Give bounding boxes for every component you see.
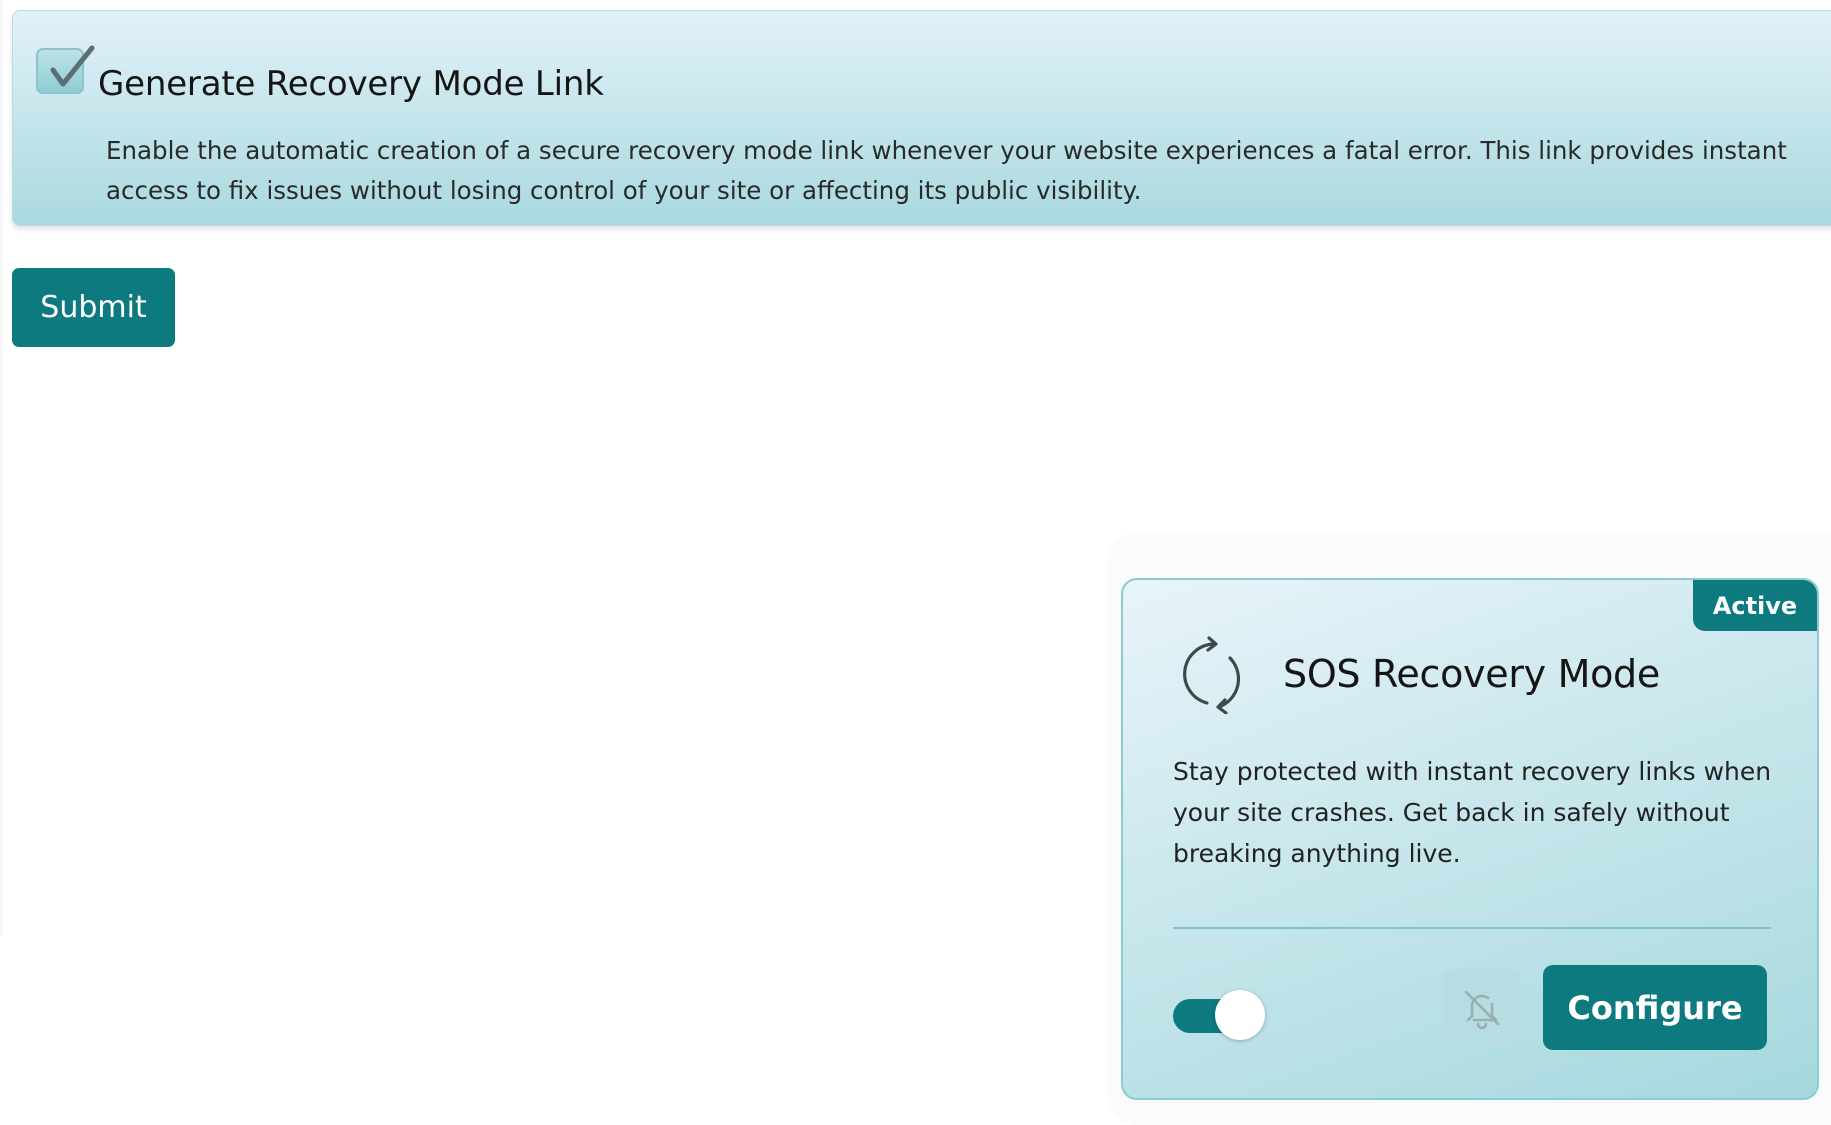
option-description: Enable the automatic creation of a secur…	[106, 136, 1787, 205]
recovery-link-option-panel: Generate Recovery Mode Link Enable the a…	[12, 10, 1831, 226]
checkmark-icon	[50, 45, 95, 87]
option-title: Generate Recovery Mode Link	[98, 64, 604, 104]
recovery-link-checkbox[interactable]	[36, 45, 95, 94]
configure-button[interactable]: Configure	[1543, 965, 1767, 1050]
recovery-mode-toggle[interactable]	[1173, 987, 1267, 1043]
refresh-icon	[1183, 636, 1241, 714]
card-title: SOS Recovery Mode	[1283, 652, 1660, 696]
toggle-knob	[1215, 990, 1265, 1040]
sos-recovery-card: Active SOS Recovery Mode Stay protected …	[1121, 578, 1819, 1100]
settings-page: Generate Recovery Mode Link Enable the a…	[0, 0, 1831, 1125]
bell-off-icon	[1464, 990, 1500, 1030]
page-edge-strip	[0, 0, 3, 935]
submit-button[interactable]: Submit	[12, 268, 175, 347]
card-divider	[1173, 927, 1771, 929]
notifications-toggle-button[interactable]	[1443, 969, 1521, 1047]
status-badge: Active	[1693, 580, 1817, 631]
card-description: Stay protected with instant recovery lin…	[1173, 757, 1772, 868]
